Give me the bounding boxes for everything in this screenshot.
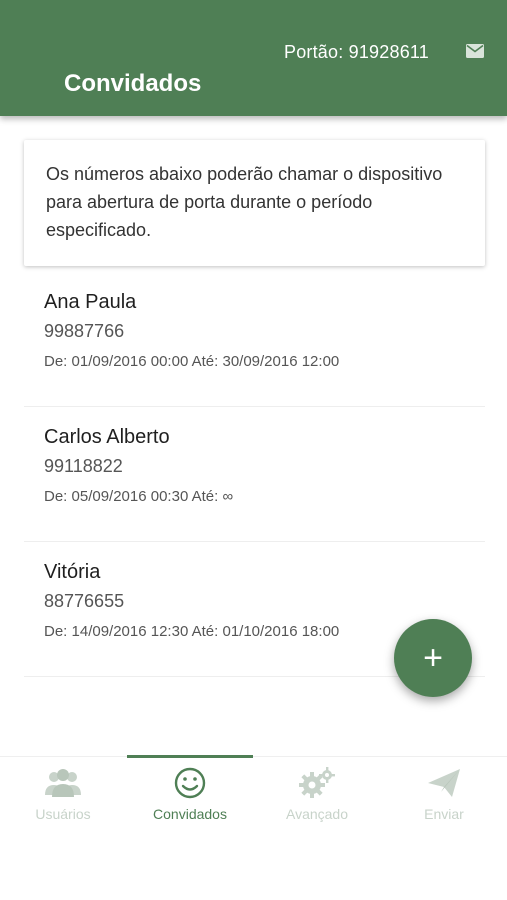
guest-name: Ana Paula — [44, 291, 137, 313]
gears-icon — [297, 765, 337, 801]
nav-item-guests[interactable]: Convidados — [127, 755, 253, 831]
nav-item-users[interactable]: Usuários — [0, 757, 126, 831]
app-bar: Portão: 91928611 Convidados — [0, 0, 507, 116]
info-card: Os números abaixo poderão chamar o dispo… — [24, 140, 485, 266]
nav-label: Avançado — [285, 806, 348, 822]
add-icon: + — [423, 639, 443, 677]
guest-period: De: 05/09/2016 00:30 Até: ∞ — [44, 488, 234, 505]
guest-period: De: 01/09/2016 00:00 Até: 30/09/2016 12:… — [44, 353, 340, 370]
nav-item-send[interactable]: Enviar — [381, 757, 507, 831]
nav-label: Enviar — [424, 806, 464, 822]
nav-item-advanced[interactable]: Avançado — [254, 757, 380, 831]
mail-icon[interactable] — [466, 44, 484, 58]
smiley-icon — [170, 765, 210, 801]
bottom-navigation: Usuários Convidados Avançado Enviar — [0, 755, 507, 831]
nav-label: Usuários — [35, 806, 91, 822]
guest-list-item[interactable]: Carlos Alberto 99118822 De: 05/09/2016 0… — [24, 407, 485, 542]
guest-name: Vitória — [44, 561, 101, 583]
add-guest-button[interactable]: + — [394, 619, 472, 697]
guest-name: Carlos Alberto — [44, 426, 170, 448]
gate-number-label: Portão: 91928611 — [284, 42, 429, 62]
info-text: Os números abaixo poderão chamar o dispo… — [46, 164, 443, 240]
guest-phone: 99887766 — [44, 321, 125, 341]
guest-phone: 88776655 — [44, 591, 125, 611]
users-icon — [43, 765, 83, 801]
page-title: Convidados — [64, 70, 202, 97]
guest-list: Ana Paula 99887766 De: 01/09/2016 00:00 … — [24, 272, 485, 677]
guest-list-item[interactable]: Ana Paula 99887766 De: 01/09/2016 00:00 … — [24, 272, 485, 407]
guest-phone: 99118822 — [44, 456, 123, 476]
nav-label: Convidados — [153, 806, 227, 822]
send-icon — [424, 765, 464, 801]
